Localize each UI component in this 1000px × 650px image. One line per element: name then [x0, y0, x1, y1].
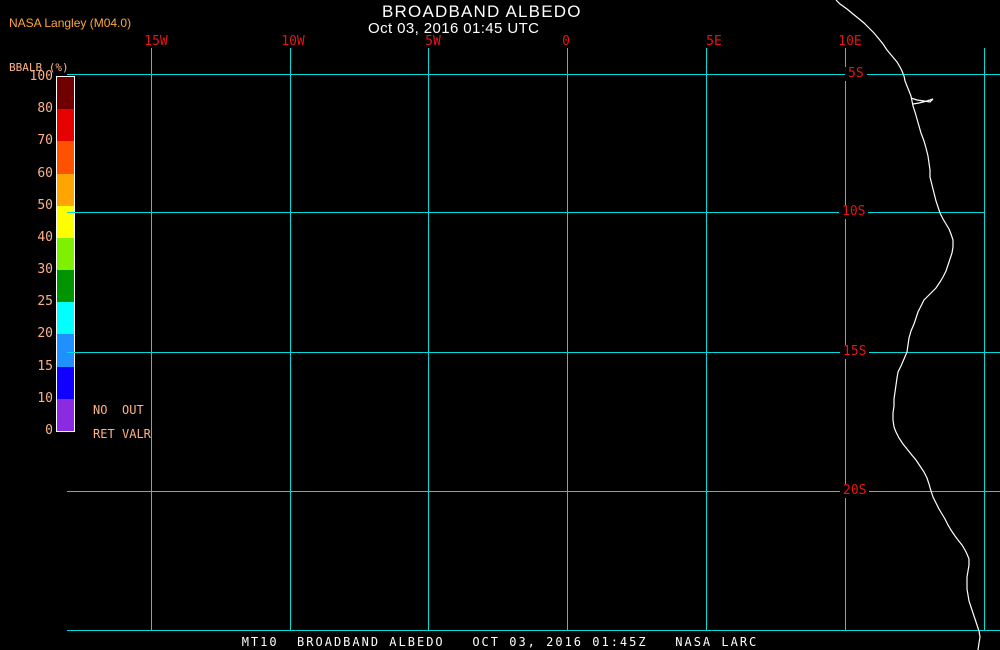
colorbar-tick-label: 100 — [29, 69, 53, 84]
colorbar-segment — [57, 237, 74, 271]
coastline-path — [835, 0, 981, 650]
longitude-label: 5E — [706, 34, 722, 49]
colorbar-tick-label: 70 — [37, 133, 53, 149]
page-title: BROADBAND ALBEDO — [382, 2, 582, 21]
legend-valr: VALR — [122, 427, 151, 441]
colorbar-tick-label: 15 — [37, 358, 53, 374]
colorbar-tick-label: 25 — [37, 294, 53, 310]
latitude-label: 5S — [845, 67, 867, 81]
colorbar-tick-label: 20 — [37, 326, 53, 342]
meridian-line-15W — [151, 48, 152, 630]
nasa-langley-credit: NASA Langley (M04.0) — [9, 16, 132, 30]
colorbar-segment — [57, 366, 74, 399]
coastline-spit — [910, 97, 934, 105]
longitude-label: 10E — [838, 34, 862, 49]
longitude-label: 15W — [144, 34, 168, 49]
longitude-label: 0 — [562, 34, 570, 49]
meridian-line-10W — [290, 48, 291, 630]
colorbar-segment — [57, 141, 74, 174]
colorbar-segment — [57, 77, 74, 110]
colorbar-segment — [57, 302, 74, 335]
meridian-line-0 — [567, 48, 568, 630]
colorbar-tick-label: 30 — [37, 262, 53, 278]
latitude-label: 10S — [839, 205, 869, 219]
colorbar-segment — [57, 398, 74, 431]
albedo-map-screen: NASA Langley (M04.0) BROADBAND ALBEDO Oc… — [0, 0, 1000, 650]
colorbar-segment — [57, 109, 74, 142]
meridian-line — [984, 48, 985, 630]
latitude-label: 15S — [840, 345, 870, 359]
colorbar-segment — [57, 205, 74, 238]
colorbar-tick-label: 40 — [37, 229, 53, 245]
footer-bar: MT10 BROADBAND ALBEDO OCT 03, 2016 01:45… — [0, 631, 1000, 650]
legend-ret: RET — [93, 427, 115, 441]
colorbar-tick-label: 60 — [37, 165, 53, 181]
coastline — [835, 0, 981, 650]
colorbar-segment — [57, 270, 74, 303]
colorbar-tick-label: 50 — [37, 197, 53, 213]
longitude-label: 10W — [281, 34, 305, 49]
meridian-line-10E — [845, 48, 846, 630]
colorbar — [56, 76, 75, 432]
colorbar-segment — [57, 334, 74, 367]
colorbar-tick-label: 0 — [45, 423, 53, 438]
timestamp: Oct 03, 2016 01:45 UTC — [368, 20, 540, 37]
meridian-line-5E — [706, 48, 707, 630]
colorbar-segment — [57, 173, 74, 206]
colorbar-tick-label: 80 — [37, 101, 53, 117]
footer-text: MT10 BROADBAND ALBEDO OCT 03, 2016 01:45… — [241, 635, 759, 649]
legend-out: OUT — [122, 403, 144, 417]
meridian-line-5W — [428, 48, 429, 630]
latitude-label: 20S — [840, 484, 870, 498]
longitude-label: 5W — [425, 34, 441, 49]
legend-no: NO — [93, 403, 108, 417]
colorbar-tick-label: 10 — [37, 390, 53, 406]
